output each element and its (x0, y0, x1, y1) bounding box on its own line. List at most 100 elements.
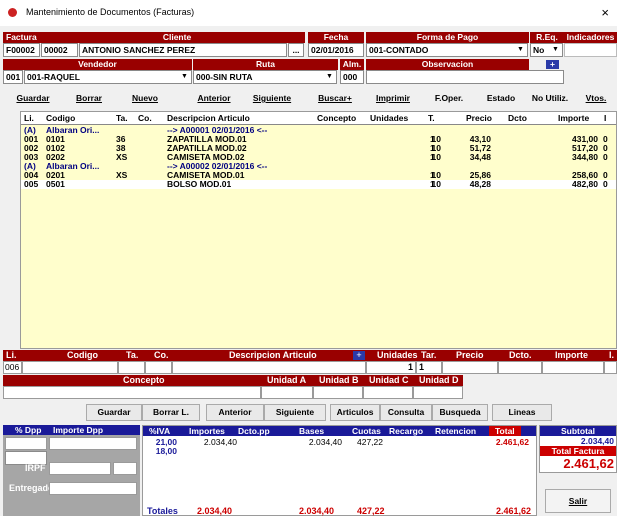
entry-unidades-field[interactable]: 1 (366, 361, 416, 374)
ruta-select[interactable]: 000-SIN RUTA ▼ (193, 70, 337, 84)
label-observacion: Observacion (366, 59, 529, 70)
entry-ud-field[interactable] (413, 386, 463, 399)
dpp-field[interactable] (5, 437, 47, 450)
anterior-linea-button[interactable]: Anterior (206, 404, 264, 421)
alm-field[interactable]: 000 (340, 70, 364, 84)
buscar-button[interactable]: Buscar+ (307, 90, 363, 106)
table-row[interactable]: 002 0102 38 ZAPATILLA MOD.02 10 1 51,72 517,20 0 (21, 144, 616, 153)
guardar-linea-button[interactable]: Guardar (86, 404, 142, 421)
cell-i: 0 (603, 179, 608, 189)
cell-ta: XS (116, 170, 128, 180)
imp-dpp-field[interactable] (49, 437, 137, 450)
label-entregado: Entregado (9, 483, 54, 493)
col-li: Li. (24, 113, 34, 123)
sum-total: 2.461,62 (496, 506, 532, 516)
col-precio: Precio (466, 113, 492, 123)
estado-button[interactable]: Estado (477, 90, 525, 106)
entry-label-ud: Unidad D (419, 375, 459, 385)
entry-ua-field[interactable] (261, 386, 313, 399)
nuevo-button[interactable]: Nuevo (117, 90, 173, 106)
label-dcto-pp: Dcto.pp (238, 426, 270, 436)
anterior-button[interactable]: Anterior (185, 90, 243, 106)
req-value: No (533, 45, 545, 55)
label-cuotas: Cuotas (352, 426, 381, 436)
req-select[interactable]: No ▼ (530, 43, 563, 57)
serie-field[interactable]: F00002 (3, 43, 40, 57)
entry-dcto-field[interactable] (498, 361, 542, 374)
label-importes: Importes (189, 426, 225, 436)
label-alm: Alm. (340, 59, 364, 70)
imprimir-button[interactable]: Imprimir (365, 90, 421, 106)
entregado-field[interactable] (49, 482, 137, 495)
entry-precio-field[interactable] (442, 361, 498, 374)
window-title: Mantenimiento de Documentos (Facturas) (26, 7, 195, 17)
salir-button[interactable]: Salir (545, 489, 611, 513)
busqueda-button[interactable]: Busqueda (432, 404, 488, 421)
irpf-pct-field[interactable] (113, 462, 137, 475)
entry-label-ub: Unidad B (319, 375, 359, 385)
entry-i-field[interactable] (604, 361, 617, 374)
vendedor-select[interactable]: 001-RAQUEL ▼ (24, 70, 192, 84)
label-fecha: Fecha (308, 32, 364, 43)
entry-ub-field[interactable] (313, 386, 363, 399)
entry-co-field[interactable] (145, 361, 172, 374)
siguiente-button[interactable]: Siguiente (243, 90, 301, 106)
table-row[interactable]: 001 0101 36 ZAPATILLA MOD.01 10 1 43,10 431,00 0 (21, 135, 616, 144)
cell-codigo: 0501 (46, 179, 65, 189)
entry-label-li: Li. (6, 350, 17, 360)
entry-uc-field[interactable] (363, 386, 413, 399)
total-factura-value: 2.461,62 (563, 456, 614, 471)
f-oper-button[interactable]: F.Oper. (423, 90, 475, 106)
irpf-field[interactable] (49, 462, 111, 475)
label-recargo: Recargo (389, 426, 424, 436)
entry-concepto-field[interactable] (3, 386, 261, 399)
subtotal-panel: Subtotal 2.034,40 Total Factura 2.461,62 (539, 425, 617, 473)
entry-label-co: Co. (154, 350, 169, 360)
entry-importe-field[interactable] (542, 361, 604, 374)
borrar-button[interactable]: Borrar (61, 90, 117, 106)
cliente-lookup-button[interactable]: ... (288, 43, 304, 57)
vendedor-code-field[interactable]: 001 (3, 70, 23, 84)
entry-add-button[interactable]: + (353, 351, 365, 360)
entry-tar-field[interactable]: 1 (416, 361, 442, 374)
entry-ta-field[interactable] (118, 361, 145, 374)
table-row[interactable]: 003 0202 XS CAMISETA MOD.02 10 1 34,48 344,80 0 (21, 153, 616, 162)
col-dcto: Dcto (508, 113, 527, 123)
borrar-linea-button[interactable]: Borrar L. (142, 404, 200, 421)
table-row[interactable]: 005 0501 BOLSO MOD.01 10 1 48,28 482,80 0 (21, 180, 616, 189)
observacion-field[interactable] (366, 70, 564, 84)
vtos-button[interactable]: Vtos. (577, 90, 615, 106)
no-utiliz-button[interactable]: No Utiliz. (525, 90, 575, 106)
toolbar: Guardar Borrar Nuevo Anterior Siguiente … (3, 88, 617, 108)
table-row[interactable]: (A) Albaran Ori... --> A00001 02/01/2016 <… (21, 126, 616, 135)
articulos-button[interactable]: Articulos (330, 404, 380, 421)
label-vendedor: Vendedor (3, 59, 192, 70)
table-row[interactable]: 004 0201 XS CAMISETA MOD.01 10 1 25,86 258,60 0 (21, 171, 616, 180)
forma-pago-select[interactable]: 001-CONTADO ▼ (366, 43, 528, 57)
lineas-button[interactable]: Lineas (492, 404, 552, 421)
cell-t: 1 (430, 152, 435, 162)
consulta-button[interactable]: Consulta (380, 404, 432, 421)
chevron-down-icon: ▼ (552, 46, 559, 53)
table-row[interactable]: (A) Albaran Ori... --> A00002 02/01/2016 <… (21, 162, 616, 171)
lines-grid[interactable]: Li. Codigo Ta. Co. Descripcion Articulo … (20, 111, 617, 349)
grid-header: Li. Codigo Ta. Co. Descripcion Articulo … (21, 112, 616, 125)
siguiente-linea-button[interactable]: Siguiente (264, 404, 326, 421)
label-indicadores: Indicadores (564, 32, 617, 43)
col-t: T. (428, 113, 435, 123)
label-dpp: % Dpp (15, 425, 42, 435)
label-iva: %IVA (149, 426, 171, 436)
guardar-button[interactable]: Guardar (5, 90, 61, 106)
cell-precio: 48,28 (469, 179, 491, 189)
forma-pago-value: 001-CONTADO (369, 45, 429, 55)
observacion-add-button[interactable]: + (546, 60, 559, 69)
cliente-field[interactable]: ANTONIO SANCHEZ PEREZ (79, 43, 287, 57)
label-total: Total (489, 426, 521, 436)
fecha-field[interactable]: 02/01/2016 (308, 43, 364, 57)
close-button[interactable]: × (601, 5, 609, 20)
entry-li-field[interactable]: 006 (3, 361, 22, 374)
entry-desc-field[interactable] (172, 361, 366, 374)
numero-field[interactable]: 00002 (41, 43, 78, 57)
entry-codigo-field[interactable] (22, 361, 118, 374)
col-i: I (604, 113, 607, 123)
